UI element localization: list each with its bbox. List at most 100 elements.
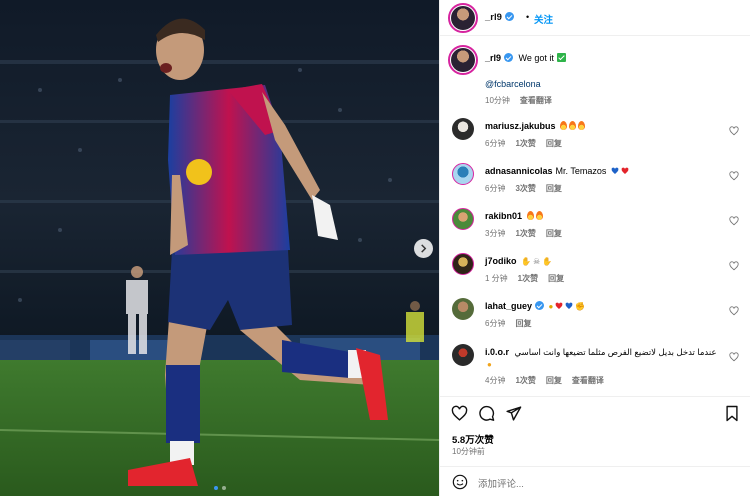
comment-time[interactable]: 3分钟 (485, 229, 505, 238)
skull-emoji-icon: ☠ (533, 257, 541, 266)
comment-like-count[interactable]: 1次赞 (515, 229, 535, 238)
commenter-username[interactable]: mariusz.jakubus (485, 121, 556, 131)
comment-item: i.0.o.r عندما تدخل بديل لاتضيع الفرص مثل… (440, 342, 750, 392)
comment-time[interactable]: 6分钟 (485, 319, 505, 328)
comment-text: j7odiko ✋ ☠ ✋ (485, 256, 552, 266)
caption-time[interactable]: 10分钟 (485, 96, 510, 105)
red-heart-emoji-icon (621, 167, 629, 174)
next-photo-button[interactable] (414, 239, 433, 258)
author-username[interactable]: _rl9 (485, 12, 514, 23)
comment-text: i.0.o.r عندما تدخل بديل لاتضيع الفرص مثل… (485, 346, 725, 371)
caption-mention-line: @fcbarcelona (485, 79, 541, 89)
heart-icon[interactable] (729, 171, 739, 181)
caption: _rl9 We got it @fcbarcelona 10分钟 查看翻译 (440, 44, 750, 106)
comment-item: adnasannicolas Mr. Temazos 6分钟 3次赞 回复 (440, 161, 750, 197)
author-username-text[interactable]: _rl9 (485, 12, 502, 23)
commenter-username[interactable]: rakibn01 (485, 211, 522, 221)
comment-text: lahat_guey ● ✊ (485, 301, 585, 311)
comment-meta: 3分钟 1次赞 回复 (485, 228, 572, 239)
caption-mention-link[interactable]: @fcbarcelona (485, 79, 541, 89)
comment-like-count[interactable]: 1次赞 (515, 139, 535, 148)
comment-icon[interactable] (478, 405, 495, 422)
comment-time[interactable]: 4分钟 (485, 376, 505, 385)
commenter-avatar[interactable] (452, 344, 474, 366)
reply-button[interactable]: 回复 (546, 376, 562, 385)
reply-button[interactable]: 回复 (546, 229, 562, 238)
fire-emoji-icon (526, 211, 534, 220)
comment-item: j7odiko ✋ ☠ ✋ 1 分钟 1次赞 回复 (440, 251, 750, 287)
heart-icon[interactable] (729, 352, 739, 362)
hand-emoji-icon: ✋ (521, 257, 531, 266)
comment-time[interactable]: 1 分钟 (485, 274, 508, 283)
player-celebration-image (0, 0, 439, 496)
red-heart-emoji-icon (556, 302, 563, 309)
reply-button[interactable]: 回复 (546, 139, 562, 148)
comment-body: عندما تدخل بديل لاتضيع الفرص مثلما تضيعه… (514, 347, 717, 357)
caption-avatar[interactable] (448, 45, 478, 75)
fire-emoji-icon (569, 121, 577, 130)
reply-button[interactable]: 回复 (546, 184, 562, 193)
comment-like-count[interactable]: 3次赞 (515, 184, 535, 193)
bookmark-icon[interactable] (725, 405, 739, 422)
share-icon[interactable] (505, 405, 522, 422)
reply-button[interactable]: 回复 (548, 274, 564, 283)
author-avatar[interactable] (448, 3, 478, 33)
header-separator: • (526, 12, 530, 22)
comment-like-count[interactable]: 1次赞 (515, 376, 535, 385)
post-photo[interactable] (0, 0, 439, 496)
flexed-arm-emoji-icon: ✊ (575, 302, 586, 311)
comment-time[interactable]: 6分钟 (485, 184, 505, 193)
commenter-username[interactable]: lahat_guey (485, 301, 532, 311)
commenter-avatar[interactable] (452, 118, 474, 140)
heart-icon[interactable] (729, 216, 739, 226)
post-header: _rl9 • 关注 (440, 0, 750, 36)
post-side-panel: _rl9 • 关注 _rl9 We got it @fcbarcelona 10… (439, 0, 750, 496)
comment-meta: 1 分钟 1次赞 回复 (485, 273, 574, 284)
carousel-dot (221, 486, 226, 490)
caption-meta: 10分钟 查看翻译 (485, 95, 562, 106)
comment-time[interactable]: 6分钟 (485, 139, 505, 148)
chevron-right-icon (421, 244, 427, 253)
comment-meta: 6分钟 3次赞 回复 (485, 183, 572, 194)
comment-text: rakibn01 (485, 211, 543, 221)
add-comment-bar: 添加评论... (440, 466, 750, 496)
comment-text: mariusz.jakubus (485, 121, 586, 131)
verified-icon (504, 53, 514, 62)
comment-like-count[interactable]: 1次赞 (518, 274, 538, 283)
commenter-avatar[interactable] (452, 298, 474, 320)
check-mark-emoji-icon (556, 53, 566, 62)
commenter-username[interactable]: adnasannicolas (485, 166, 553, 176)
post-time-ago[interactable]: 10分钟前 (452, 446, 485, 457)
comment-item: lahat_guey ● ✊ 6分钟 回复 (440, 296, 750, 332)
heart-icon[interactable] (729, 306, 739, 316)
verified-icon (535, 301, 545, 310)
commenter-username[interactable]: i.0.o.r (485, 347, 509, 357)
heart-icon[interactable] (451, 405, 468, 422)
likes-count[interactable]: 5.8万次赞 (452, 432, 494, 446)
comment-input[interactable]: 添加评论... (478, 476, 524, 490)
verified-icon (504, 12, 514, 21)
see-translation-link[interactable]: 查看翻译 (520, 96, 552, 105)
see-translation-link[interactable]: 查看翻译 (572, 376, 604, 385)
follow-button[interactable]: 关注 (534, 12, 553, 26)
comments-list: _rl9 We got it @fcbarcelona 10分钟 查看翻译 mar… (440, 36, 750, 396)
commenter-avatar[interactable] (452, 253, 474, 275)
blue-heart-emoji-icon (611, 167, 619, 174)
smile-icon[interactable] (452, 474, 468, 490)
heart-icon[interactable] (729, 126, 739, 136)
reply-button[interactable]: 回复 (515, 319, 531, 328)
instagram-post-view: _rl9 • 关注 _rl9 We got it @fcbarcelona 10… (0, 0, 750, 496)
fire-emoji-icon (560, 121, 568, 130)
commenter-avatar[interactable] (452, 208, 474, 230)
heart-icon[interactable] (729, 261, 739, 271)
caption-username[interactable]: _rl9 (485, 53, 501, 63)
crying-face-emoji-icon: ● (487, 360, 492, 369)
comment-meta: 6分钟 回复 (485, 318, 541, 329)
hand-emoji-icon: ✋ (542, 257, 553, 266)
carousel-indicator (0, 486, 439, 490)
carousel-dot-active (213, 486, 218, 490)
fire-emoji-icon (578, 121, 586, 130)
commenter-avatar[interactable] (452, 163, 474, 185)
commenter-username[interactable]: j7odiko (485, 256, 517, 266)
comment-text: adnasannicolas Mr. Temazos (485, 166, 629, 176)
